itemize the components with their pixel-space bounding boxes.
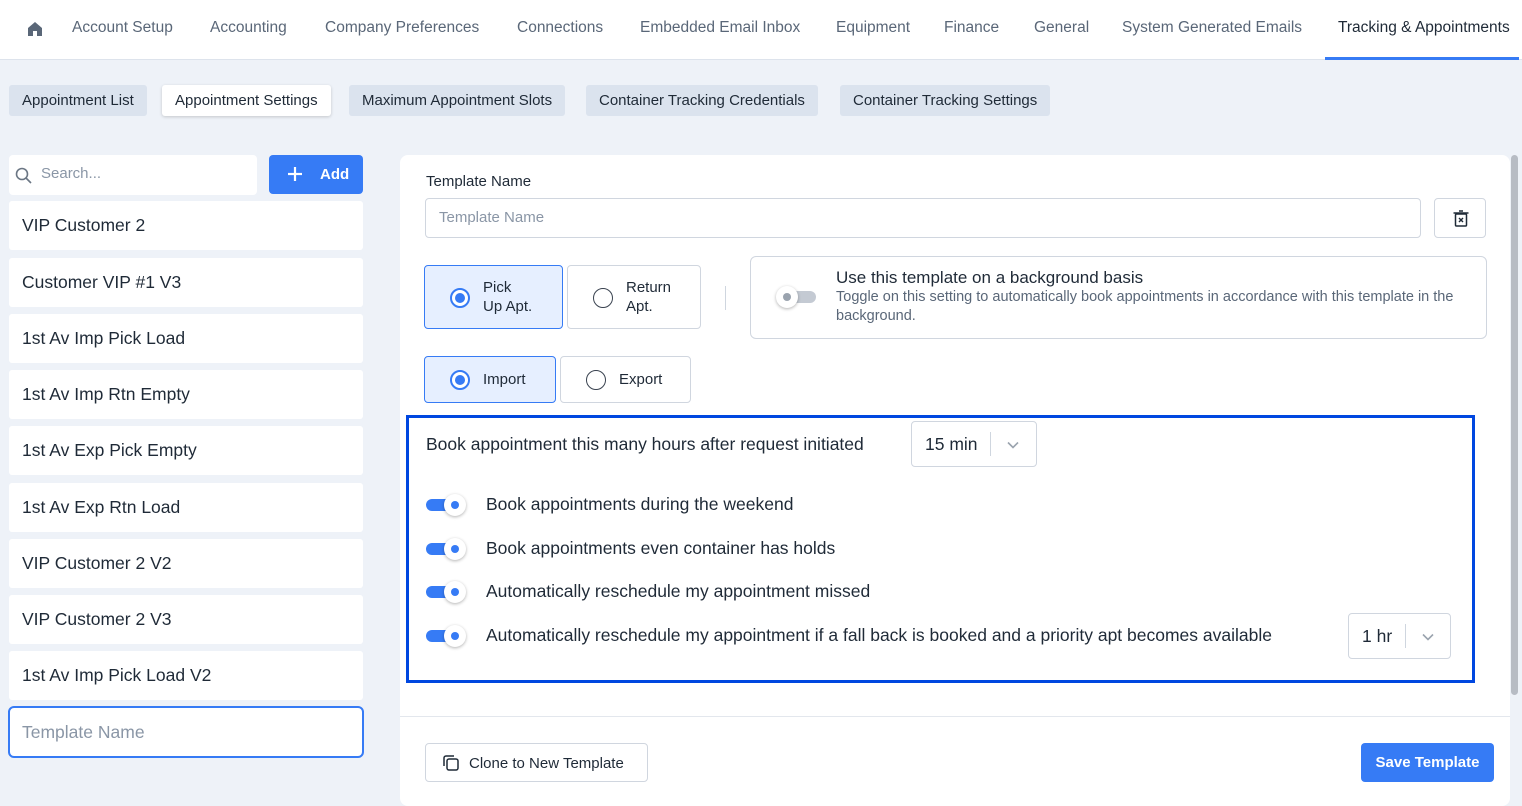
holds-toggle-label: Book appointments even container has hol… [486,538,836,558]
divider [725,286,726,310]
reschedule-priority-label: Automatically reschedule my appointment … [486,625,1272,645]
import-option[interactable]: Import [424,356,556,403]
tab-equipment[interactable]: Equipment [836,19,910,37]
tab-company-preferences[interactable]: Company Preferences [325,19,479,37]
import-radio[interactable] [450,370,470,390]
template-name-placeholder: Template Name [439,209,545,226]
tab-general[interactable]: General [1034,19,1089,37]
reschedule-priority-toggle[interactable] [426,625,468,647]
weekend-toggle-label: Book appointments during the weekend [486,494,794,514]
subtab-container-tracking-credentials[interactable]: Container Tracking Credentials [586,85,818,116]
template-list-item[interactable]: 1st Av Exp Pick Empty [9,426,363,475]
tab-system-generated-emails[interactable]: System Generated Emails [1122,19,1302,37]
template-list-item[interactable]: 1st Av Imp Pick Load [9,314,363,363]
subtab-appointment-list[interactable]: Appointment List [9,85,147,116]
save-template-button[interactable]: Save Template [1361,743,1494,782]
export-radio[interactable] [586,370,606,390]
top-nav: Account Setup Accounting Company Prefere… [0,0,1522,60]
trash-icon [1453,210,1469,227]
copy-icon [443,755,459,771]
return-apt-label: Return Apt. [626,279,672,315]
pick-up-apt-label: Pick Up Apt. [483,279,533,315]
book-after-value: 15 min [925,434,978,454]
reschedule-missed-label: Automatically reschedule my appointment … [486,581,871,601]
add-button-label: Add [320,166,350,183]
plus-icon [288,167,302,181]
add-template-button[interactable]: Add [269,155,363,194]
return-radio[interactable] [593,288,613,308]
holds-toggle[interactable] [426,538,468,560]
tab-finance[interactable]: Finance [944,19,999,37]
tab-accounting[interactable]: Accounting [210,19,287,37]
book-after-select[interactable]: 15 min [911,421,1037,467]
tab-account-setup[interactable]: Account Setup [72,19,173,37]
template-list-item[interactable]: 1st Av Exp Rtn Load [9,483,363,532]
template-name-input[interactable]: Template Name [425,198,1421,238]
clone-button-label: Clone to New Template [469,755,624,772]
panel-scrollbar[interactable] [1511,155,1518,695]
return-apt-option[interactable]: Return Apt. [567,265,701,329]
weekend-toggle[interactable] [426,494,468,516]
tab-tracking-appointments[interactable]: Tracking & Appointments [1338,19,1510,37]
template-list-item[interactable]: VIP Customer 2 V2 [9,539,363,588]
tab-connections[interactable]: Connections [517,19,603,37]
background-basis-description: Toggle on this setting to automatically … [836,289,1454,324]
template-list-item[interactable]: Customer VIP #1 V3 [9,258,363,307]
tab-embedded-email-inbox[interactable]: Embedded Email Inbox [640,19,800,37]
book-after-label: Book appointment this many hours after r… [426,434,864,454]
background-basis-title: Use this template on a background basis [836,268,1144,287]
chevron-down-icon [1422,633,1434,641]
template-name-label: Template Name [426,173,532,190]
import-label: Import [483,371,526,388]
export-option[interactable]: Export [560,356,691,403]
active-tab-indicator [1325,57,1519,60]
template-list-item[interactable]: 1st Av Imp Rtn Empty [9,370,363,419]
priority-value: 1 hr [1362,626,1393,646]
search-input[interactable]: Search... [9,155,257,195]
home-icon[interactable] [26,20,44,38]
pick-up-apt-option[interactable]: Pick Up Apt. [424,265,563,329]
footer-divider [400,716,1510,717]
export-label: Export [619,371,663,388]
delete-template-button[interactable] [1434,198,1486,238]
clone-template-button[interactable]: Clone to New Template [425,743,648,782]
search-placeholder: Search... [41,165,102,182]
subtab-appointment-settings[interactable]: Appointment Settings [162,85,331,116]
background-basis-toggle[interactable] [776,286,818,308]
template-list-item[interactable]: 1st Av Imp Pick Load V2 [9,651,363,700]
template-list-item[interactable]: VIP Customer 2 V3 [9,595,363,644]
search-icon [15,167,32,184]
template-list-item[interactable]: VIP Customer 2 [9,201,363,250]
subtab-container-tracking-settings[interactable]: Container Tracking Settings [840,85,1051,116]
new-template-name-input[interactable]: Template Name [8,706,364,758]
chevron-down-icon [1007,441,1019,449]
subtab-maximum-appointment-slots[interactable]: Maximum Appointment Slots [349,85,566,116]
priority-select[interactable]: 1 hr [1348,613,1451,659]
reschedule-missed-toggle[interactable] [426,581,468,603]
pick-up-radio[interactable] [450,288,470,308]
